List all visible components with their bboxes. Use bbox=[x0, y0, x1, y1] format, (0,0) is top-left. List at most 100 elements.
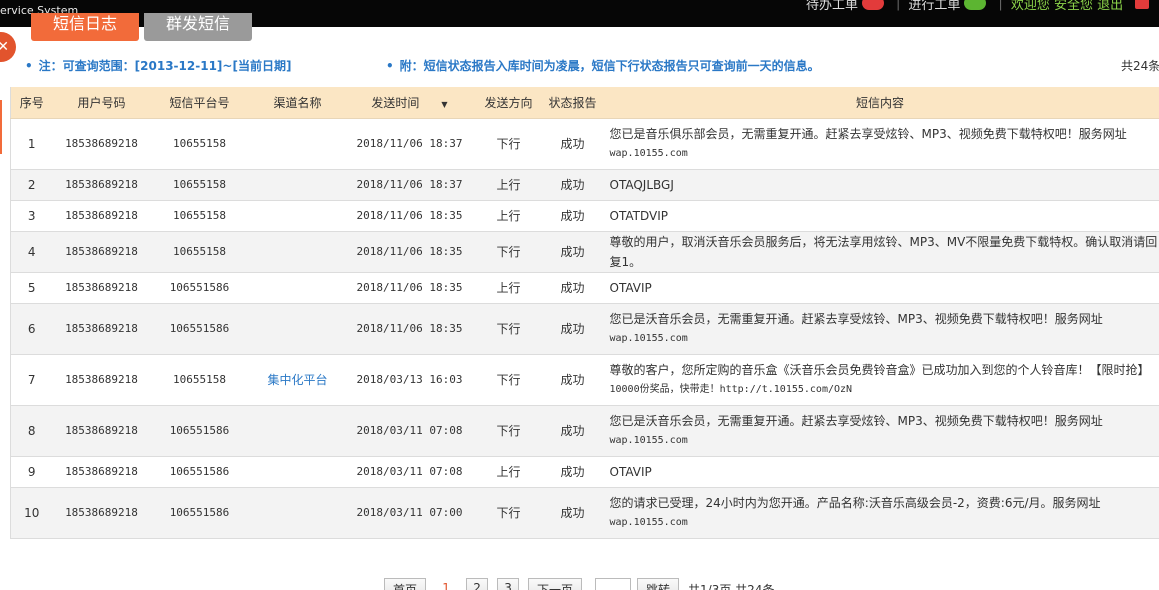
total-count: 共24条 bbox=[1121, 59, 1159, 73]
sms-content-line: OTAVIP bbox=[609, 464, 652, 479]
cell-index: 4 bbox=[10, 231, 53, 273]
page-3-button[interactable]: 3 bbox=[497, 578, 520, 590]
cell-direction: 上行 bbox=[472, 272, 545, 304]
header-separator: | bbox=[998, 0, 1003, 11]
notes-bar: • 注：可查询范围：[2013-12-11]~[当前日期] • 附：短信状态报告入库… bbox=[0, 57, 1159, 73]
cell-direction: 下行 bbox=[472, 231, 545, 273]
cell-send-time: 2018/03/11 07:00 bbox=[346, 487, 473, 539]
cell-send-time: 2018/03/11 07:08 bbox=[346, 456, 473, 488]
cell-channel bbox=[248, 303, 347, 355]
cell-index: 2 bbox=[10, 169, 53, 201]
table-row: 6 18538689218 106551586 2018/11/06 18:35 下行成… bbox=[10, 303, 1159, 355]
sms-content-line-2: wap.10155.com bbox=[609, 332, 688, 344]
window-close-icon[interactable] bbox=[1135, 0, 1149, 9]
cell-send-time: 2018/11/06 18:37 bbox=[346, 169, 473, 201]
bullet-icon: • bbox=[386, 59, 394, 73]
cell-sms-content: 您的请求已受理，24小时内为您开通。产品名称:沃音乐高级会员-2，资费:6元/月… bbox=[600, 487, 1159, 539]
cell-sms-content: OTAQJLBGJ bbox=[600, 169, 1159, 201]
pending-count-badge bbox=[862, 0, 885, 10]
status-report-note: • 附：短信状态报告入库时间为凌晨，短信下行状态报告只可查询前一天的信息。 bbox=[386, 59, 820, 73]
table-row: 4 18538689218 10655158 2018/11/06 18:35 下行 成功… bbox=[10, 231, 1159, 273]
col-header-content: 短信内容 bbox=[600, 87, 1159, 119]
cell-sms-content: 尊敬的客户，您所定购的音乐盒《沃音乐会员免费铃音盒》已成功加入到您的个人铃音库！… bbox=[600, 354, 1159, 406]
col-header-direction: 发送方向 bbox=[472, 87, 545, 119]
cell-status: 成功 bbox=[544, 200, 601, 232]
cell-direction: 下行 bbox=[472, 405, 545, 457]
cell-sms-content: 您已是音乐俱乐部会员，无需重复开通。赶紧去享受炫铃、MP3、视频免费下载特权吧！… bbox=[600, 118, 1159, 170]
cell-platform-number: 106551586 bbox=[150, 456, 249, 488]
cell-direction: 下行 bbox=[472, 354, 545, 406]
sms-content-line-2: wap.10155.com bbox=[609, 147, 688, 159]
table-row: 7 18538689218 10655158 集中化平台 2018/03/13 16:0… bbox=[10, 354, 1159, 406]
cell-channel bbox=[248, 456, 347, 488]
processing-count-badge bbox=[964, 0, 987, 10]
cell-platform-number: 106551586 bbox=[150, 303, 249, 355]
col-header-user-number: 用户号码 bbox=[52, 87, 151, 119]
sort-down-icon[interactable]: ▼ bbox=[441, 100, 447, 109]
col-header-index: 序号 bbox=[10, 87, 53, 119]
query-range-note: • 注：可查询范围：[2013-12-11]~[当前日期] bbox=[25, 59, 292, 73]
pending-orders-link[interactable]: 待办工单 bbox=[806, 0, 858, 13]
cell-status: 成功 bbox=[544, 272, 601, 304]
processing-orders-link[interactable]: 进行工单 bbox=[908, 0, 960, 13]
cell-platform-number: 10655158 bbox=[150, 169, 249, 201]
side-accent-strip bbox=[0, 100, 2, 154]
cell-index: 7 bbox=[10, 354, 53, 406]
table-row: 10 18538689218 106551586 2018/03/11 07:00 下行… bbox=[10, 487, 1159, 539]
cell-send-time: 2018/03/11 07:08 bbox=[346, 405, 473, 457]
page-2-button[interactable]: 2 bbox=[466, 578, 489, 590]
tab-sms-log[interactable]: 短信日志 bbox=[31, 13, 139, 41]
jump-button[interactable]: 跳转 bbox=[637, 578, 680, 590]
sms-log-page: ervice System 待办工单 | 进行工单 | 欢迎您 安全您 退出 短… bbox=[0, 0, 1159, 590]
cell-send-time: 2018/03/13 16:03 bbox=[346, 354, 473, 406]
sms-content-line: 您已是音乐俱乐部会员，无需重复开通。赶紧去享受炫铃、MP3、视频免费下载特权吧！… bbox=[609, 126, 1127, 141]
cell-user-number: 18538689218 bbox=[52, 303, 151, 355]
cell-status: 成功 bbox=[544, 169, 601, 201]
cell-direction: 上行 bbox=[472, 169, 545, 201]
table-row: 2 18538689218 10655158 2018/11/06 18:37 上行 成功… bbox=[10, 169, 1159, 201]
tab-bulk-sms[interactable]: 群发短信 bbox=[144, 13, 252, 41]
cell-user-number: 18538689218 bbox=[52, 169, 151, 201]
table-row: 5 18538689218 106551586 2018/11/06 18:35 上行成… bbox=[10, 272, 1159, 304]
jump-page-input[interactable] bbox=[595, 578, 632, 590]
cell-index: 5 bbox=[10, 272, 53, 304]
cell-user-number: 18538689218 bbox=[52, 354, 151, 406]
cell-send-time: 2018/11/06 18:35 bbox=[346, 200, 473, 232]
cell-sms-content: 您已是沃音乐会员，无需重复开通。赶紧去享受炫铃、MP3、视频免费下载特权吧！服务… bbox=[600, 303, 1159, 355]
cell-status: 成功 bbox=[544, 487, 601, 539]
cell-direction: 下行 bbox=[472, 118, 545, 170]
page-info: 共1/3页 共24条 bbox=[688, 583, 775, 590]
sms-content-line: OTATDVIP bbox=[609, 208, 668, 223]
cell-sms-content: 您已是沃音乐会员，无需重复开通。赶紧去享受炫铃、MP3、视频免费下载特权吧！服务… bbox=[600, 405, 1159, 457]
cell-index: 10 bbox=[10, 487, 53, 539]
cell-platform-number: 106551586 bbox=[150, 272, 249, 304]
welcome-text[interactable]: 欢迎您 安全您 退出 bbox=[1011, 0, 1123, 13]
cell-send-time: 2018/11/06 18:35 bbox=[346, 303, 473, 355]
cell-platform-number: 10655158 bbox=[150, 200, 249, 232]
sms-content-line: OTAQJLBGJ bbox=[609, 177, 674, 192]
cell-channel bbox=[248, 487, 347, 539]
cell-channel bbox=[248, 118, 347, 170]
col-header-send-time[interactable]: 发送时间 ▼ bbox=[346, 87, 473, 119]
sms-content-line: OTAVIP bbox=[609, 280, 652, 295]
header-right: 待办工单 | 进行工单 | 欢迎您 安全您 退出 bbox=[806, 0, 1123, 13]
cell-send-time: 2018/11/06 18:37 bbox=[346, 118, 473, 170]
sms-content-line: 您的请求已受理，24小时内为您开通。产品名称:沃音乐高级会员-2，资费:6元/月… bbox=[609, 495, 1101, 510]
cell-channel[interactable]: 集中化平台 bbox=[248, 354, 347, 406]
cell-channel bbox=[248, 231, 347, 273]
cell-status: 成功 bbox=[544, 456, 601, 488]
cell-user-number: 18538689218 bbox=[52, 405, 151, 457]
first-page-button[interactable]: 首页 bbox=[384, 578, 427, 590]
cell-status: 成功 bbox=[544, 118, 601, 170]
table-row: 3 18538689218 10655158 2018/11/06 18:35 上行 成功… bbox=[10, 200, 1159, 232]
cell-index: 3 bbox=[10, 200, 53, 232]
sms-content-line: 您已是沃音乐会员，无需重复开通。赶紧去享受炫铃、MP3、视频免费下载特权吧！服务… bbox=[609, 413, 1103, 428]
cell-send-time: 2018/11/06 18:35 bbox=[346, 231, 473, 273]
cell-status: 成功 bbox=[544, 303, 601, 355]
cell-platform-number: 106551586 bbox=[150, 405, 249, 457]
cell-platform-number: 10655158 bbox=[150, 118, 249, 170]
sms-content-line: 尊敬的用户，取消沃音乐会员服务后，将无法享用炫铃、MP3、MV不限量免费下载特权… bbox=[609, 234, 1158, 269]
cell-channel bbox=[248, 405, 347, 457]
next-page-button[interactable]: 下一页 bbox=[528, 578, 583, 590]
cell-direction: 下行 bbox=[472, 487, 545, 539]
